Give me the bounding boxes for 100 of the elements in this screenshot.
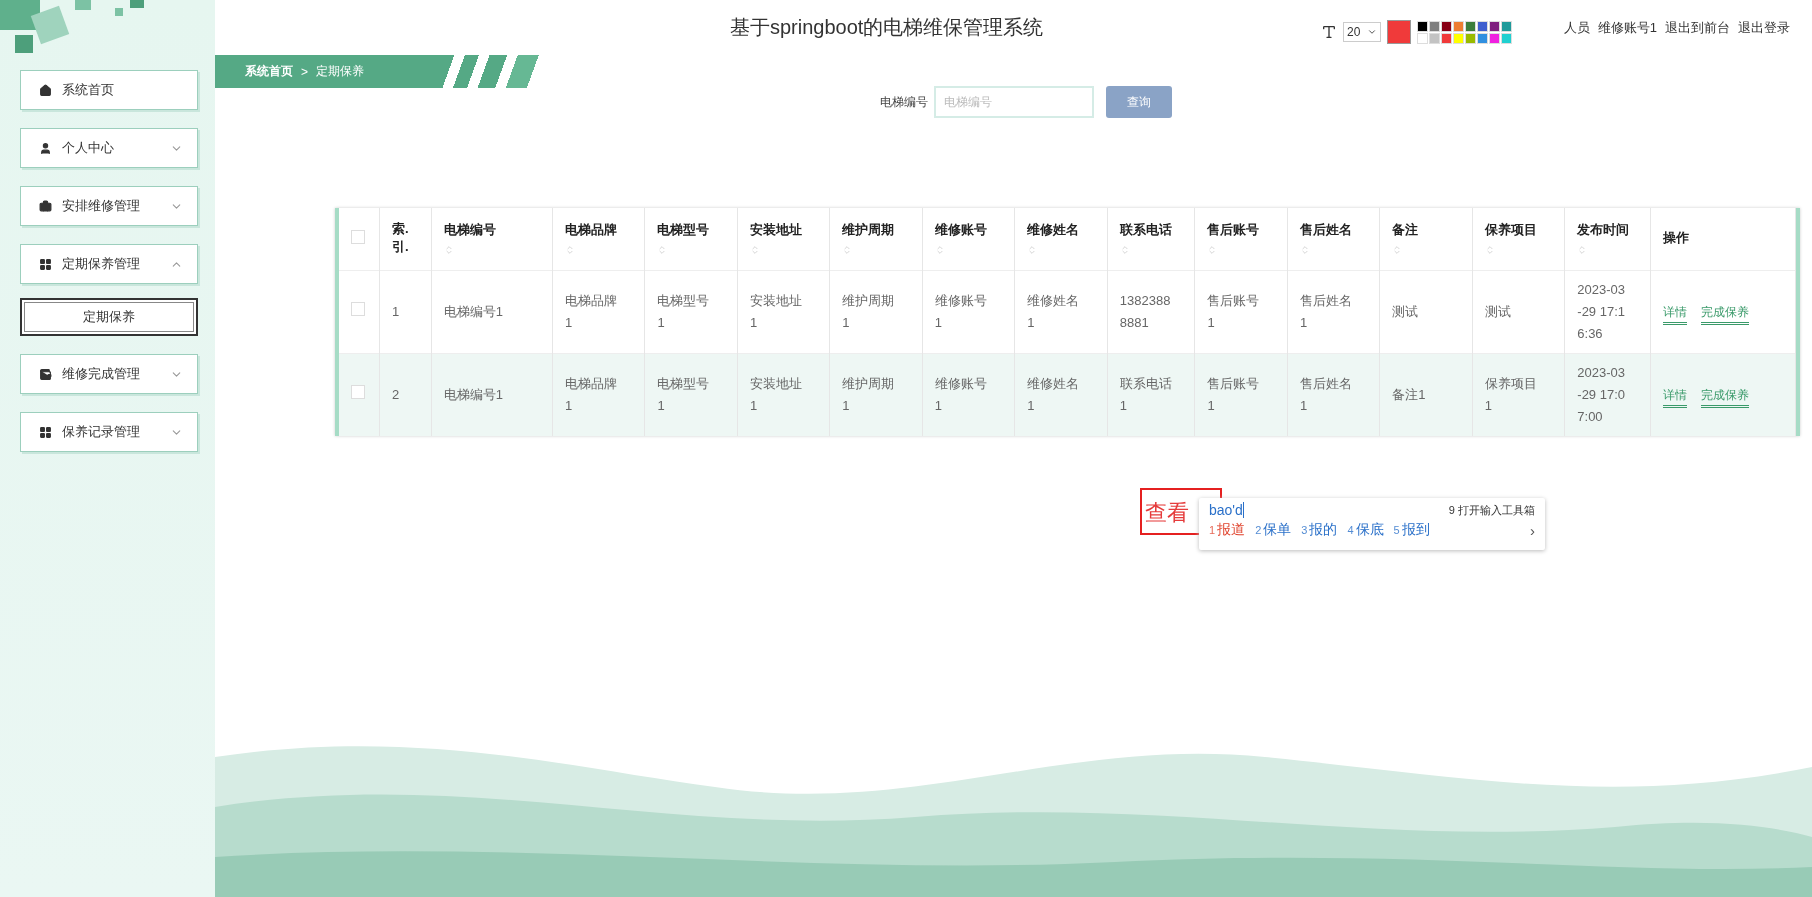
table-cell-text: 2 [392,386,401,404]
sort-icon[interactable] [1577,245,1588,255]
color-swatch[interactable] [1453,32,1464,44]
page-title: 基于springboot的电梯维保管理系统 [730,15,1044,40]
sort-icon[interactable] [443,245,454,255]
table-cell-text: 联系电话1 [1119,375,1172,415]
color-swatch[interactable] [1501,20,1512,32]
table-cell-text: 安装地址1 [749,292,803,332]
sidebar-item[interactable]: 系统首页 [20,70,198,110]
breadcrumb-separator: > [301,64,308,79]
submenu-item[interactable]: 定期保养 [20,298,198,336]
column-header[interactable]: 维护周期 [829,208,923,271]
table-cell-text: 售后账号1 [1207,375,1261,415]
table-cell-text: 维护周期1 [842,375,896,415]
table-cell-text: 售后账号1 [1207,292,1261,332]
sort-icon[interactable] [1299,245,1310,255]
color-swatch[interactable] [1477,20,1488,32]
ime-hint[interactable]: 9 打开输入工具箱 [1448,502,1535,518]
column-header[interactable]: 电梯品牌 [552,208,645,271]
sidebar-item[interactable]: 个人中心 [20,128,198,168]
color-swatch[interactable] [1417,32,1428,44]
table-cell-text: 1 [392,303,401,321]
table-cell-text: 维护周期1 [842,292,896,332]
table-cell-text: 电梯型号1 [657,292,711,332]
color-swatch[interactable] [1441,32,1452,44]
ime-candidate[interactable]: 3报的 [1301,521,1338,539]
text-tool-icon[interactable] [1321,24,1337,40]
table-cell-text: 2023-03-29 17:07:00 [1577,364,1626,426]
font-size-select[interactable]: 20 [1343,22,1381,42]
table-cell-text: 2023-03-29 17:16:36 [1577,281,1626,343]
sort-icon[interactable] [934,245,945,255]
table-cell-text: 维修账号1 [934,375,988,415]
ime-candidate[interactable]: 2保单 [1255,521,1292,539]
menu-icon [39,141,52,155]
table-cell-text: 测试 [1392,303,1420,321]
table-cell-text: 售后姓名1 [1299,292,1353,332]
color-swatch[interactable] [1465,32,1476,44]
column-header[interactable]: 发布时间 [1564,208,1651,271]
menu-icon [39,257,52,271]
column-header[interactable]: 电梯编号 [431,208,553,271]
sort-icon[interactable] [749,245,760,255]
table-cell-text: 维修姓名1 [1027,292,1081,332]
column-header[interactable]: 售后姓名 [1287,208,1380,271]
action-link[interactable]: 完成保养 [1700,305,1749,325]
sort-icon[interactable] [657,245,668,255]
color-swatch[interactable] [1429,32,1440,44]
sidebar-item[interactable]: 保养记录管理 [20,412,198,452]
column-header: 索.引. [379,208,432,271]
next-page-button[interactable]: › [1530,521,1535,539]
column-header[interactable]: 联系电话 [1107,208,1195,271]
color-swatch[interactable] [1417,20,1428,32]
sort-icon[interactable] [1119,245,1130,255]
table-cell-text: 售后姓名1 [1299,375,1353,415]
color-swatch[interactable] [1453,20,1464,32]
sort-icon[interactable] [1207,245,1218,255]
table-cell-text: 电梯品牌1 [564,292,618,332]
sort-icon[interactable] [1392,245,1403,255]
search-label: 电梯编号 [880,93,928,111]
ime-candidate[interactable]: 5 报到 [1393,521,1430,539]
search-field[interactable]: 电梯编号 [934,86,1094,118]
column-header[interactable]: 安装地址 [737,208,830,271]
menu-icon [39,425,52,439]
color-swatch[interactable] [1441,20,1452,32]
column-header[interactable]: 备注 [1379,208,1473,271]
sidebar-item[interactable]: 定期保养管理 [20,244,198,284]
sidebar-item[interactable]: 维修完成管理 [20,354,198,394]
caret-icon [1367,27,1377,37]
row-checkbox[interactable] [351,302,365,316]
user-info: 人员 [1563,18,1590,37]
color-swatch[interactable] [1429,20,1440,32]
sort-icon[interactable] [1027,245,1038,255]
menu-icon [39,367,52,381]
menu-icon [39,199,52,213]
select-all-checkbox[interactable] [351,229,365,244]
column-header[interactable]: 电梯型号 [644,208,738,271]
column-header[interactable]: 维修姓名 [1014,208,1108,271]
header-link[interactable]: 退出登录 [1738,18,1790,37]
menu-icon [39,83,52,97]
header-link[interactable]: 退出到前台 [1665,18,1730,37]
color-swatch[interactable] [1465,20,1476,32]
action-link[interactable]: 详情 [1662,305,1687,325]
color-swatch[interactable] [1501,32,1512,44]
column-header: 操作 [1650,208,1796,271]
column-header[interactable]: 售后账号 [1194,208,1288,271]
column-header[interactable]: 维修账号 [922,208,1015,271]
sort-icon[interactable] [842,245,853,255]
table-cell-text: 13823888881 [1119,292,1172,332]
sort-icon[interactable] [564,245,575,255]
color-swatch[interactable] [1489,20,1500,32]
table-cell-text: 电梯品牌1 [564,375,618,415]
sort-icon[interactable] [1484,245,1495,255]
color-swatch[interactable] [1489,32,1500,44]
table-cell-text: 电梯型号1 [657,375,711,415]
current-color[interactable] [1387,20,1411,44]
column-header[interactable]: 保养项目 [1472,208,1565,271]
ime-candidate[interactable]: 4保底 [1347,521,1384,539]
table-cell-text: 备注1 [1392,386,1427,404]
color-swatch[interactable] [1477,32,1488,44]
sidebar-item[interactable]: 安排维修管理 [20,186,198,226]
row-checkbox[interactable] [351,385,365,399]
